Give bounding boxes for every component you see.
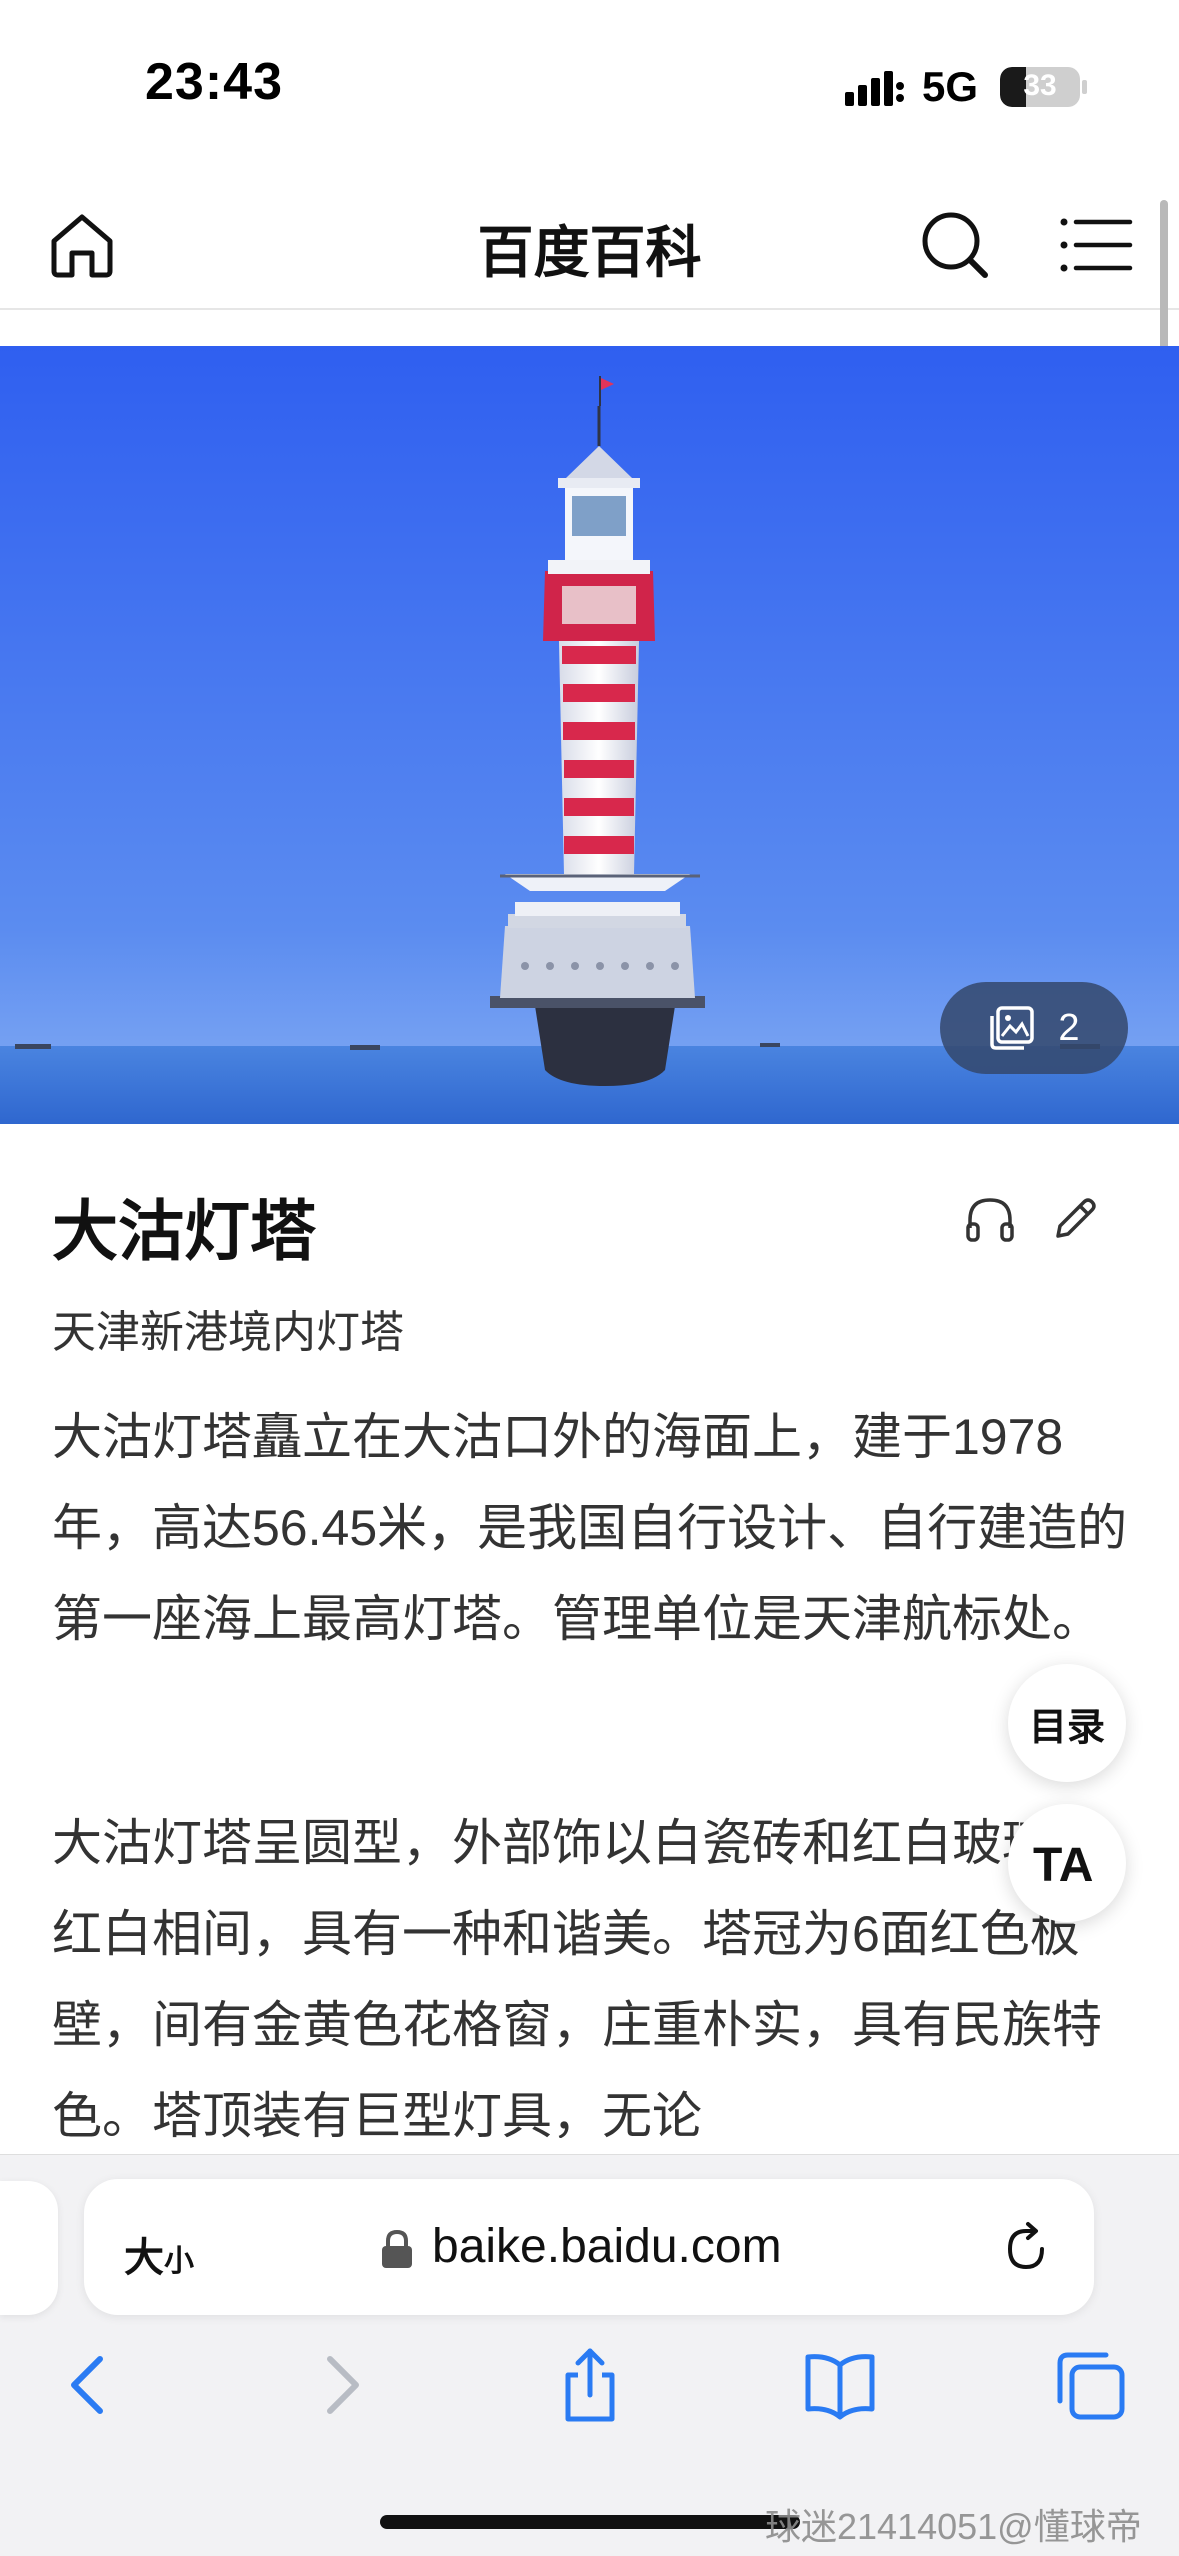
signal-icon <box>845 71 904 106</box>
back-icon[interactable] <box>48 2343 132 2427</box>
lock-icon <box>382 2229 412 2268</box>
status-bar: 23:43 5G 33 <box>0 0 1179 170</box>
status-time: 23:43 <box>145 53 283 111</box>
text-size-big: 大 <box>124 2236 164 2280</box>
battery-percent: 33 <box>1023 69 1057 102</box>
text-format-icon: TA <box>1033 1839 1093 1891</box>
font-size-button[interactable]: TA <box>1008 1804 1126 1922</box>
menu-icon[interactable] <box>1058 210 1138 280</box>
headphones-icon[interactable] <box>962 1192 1018 1248</box>
gallery-icon <box>990 1006 1035 1050</box>
reload-icon[interactable] <box>998 2221 1054 2277</box>
gallery-count: 2 <box>1058 1006 1080 1049</box>
tabs-icon[interactable] <box>1048 2343 1132 2427</box>
edit-icon[interactable] <box>1046 1192 1102 1248</box>
home-indicator[interactable] <box>380 2515 800 2529</box>
article-paragraph: 大沽灯塔矗立在大沽口外的海面上，建于1978年，高达56.45米，是我国自行设计… <box>52 1409 1128 1647</box>
url-text[interactable]: baike.baidu.com <box>432 2219 782 2274</box>
site-header: 百度百科 <box>0 170 1179 310</box>
watermark: 球迷21414051@懂球帝 <box>765 2506 1142 2547</box>
battery-cap <box>1082 80 1087 94</box>
battery-icon: 33 <box>1000 67 1080 107</box>
address-bar[interactable]: 大小 baike.baidu.com <box>84 2179 1094 2315</box>
text-size-small: 小 <box>164 2245 194 2278</box>
forward-icon[interactable] <box>298 2343 382 2427</box>
network-label: 5G <box>922 63 979 110</box>
bookmarks-icon[interactable] <box>798 2343 882 2427</box>
previous-tab-edge[interactable] <box>0 2181 58 2315</box>
article-title: 大沽灯塔 <box>52 1194 316 1268</box>
site-title[interactable]: 百度百科 <box>0 208 1179 289</box>
text-size-button[interactable]: 大小 <box>124 2225 194 2283</box>
font-button-label: TA <box>1033 1839 1093 1891</box>
article-paragraph: 大沽灯塔呈圆型，外部饰以白瓷砖和红白玻璃，红白相间，具有一种和谐美。塔冠为6面红… <box>52 1815 1102 2138</box>
hero-image[interactable]: 2 <box>0 346 1179 1124</box>
toc-button[interactable]: 目录 <box>1008 1664 1126 1782</box>
browser-toolbar: 大小 baike.baidu.com <box>0 2154 1179 2556</box>
gallery-badge[interactable]: 2 <box>940 982 1128 1074</box>
search-icon[interactable] <box>915 203 995 283</box>
share-icon[interactable] <box>548 2343 632 2427</box>
article-subtitle: 天津新港境内灯塔 <box>52 1308 404 1357</box>
